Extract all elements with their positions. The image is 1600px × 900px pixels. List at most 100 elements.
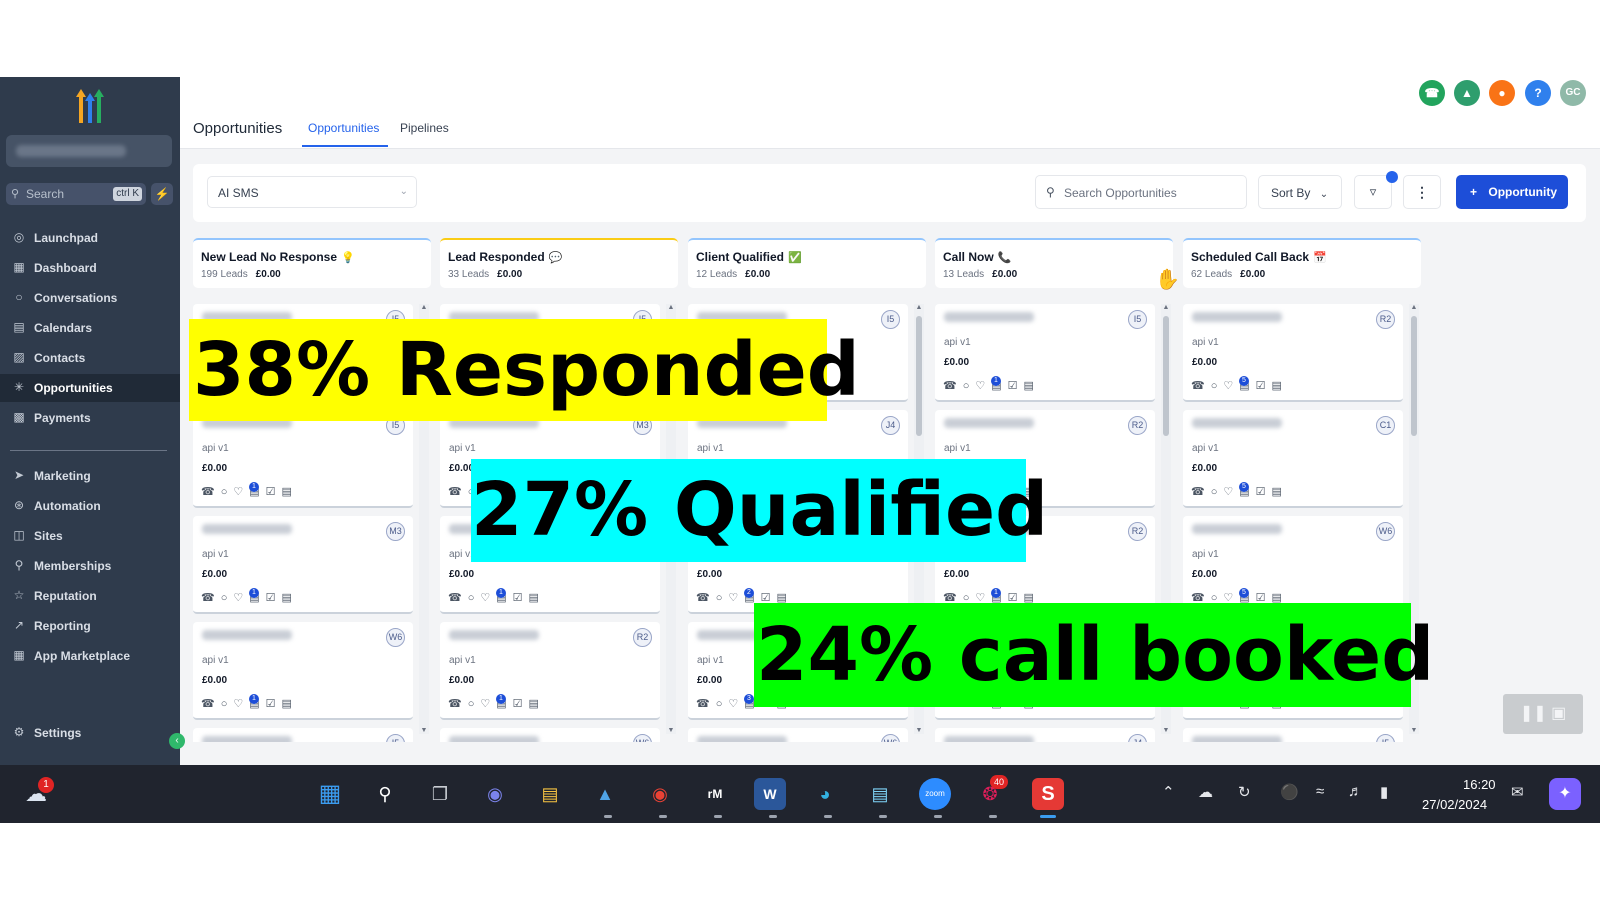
task-view-icon[interactable]: ❐ [424, 778, 456, 810]
assignee-avatar[interactable]: I5 [881, 310, 900, 329]
sidebar-item-reporting[interactable]: ↗ Reporting [0, 612, 180, 640]
more-options-button[interactable]: ⋮ [1403, 175, 1441, 209]
scroll-up-arrow-icon[interactable]: ▲ [666, 304, 676, 311]
volume-icon[interactable]: ♬ [1348, 783, 1363, 800]
sidebar-item-opportunities[interactable]: ✳ Opportunities [0, 374, 180, 402]
calendar-icon[interactable]: ▤ [529, 592, 545, 604]
scroll-down-arrow-icon[interactable]: ▼ [419, 727, 429, 734]
snagit-icon[interactable]: S [1032, 778, 1064, 810]
photos-icon[interactable]: ▲ [589, 778, 621, 810]
megaphone-icon[interactable]: ▲ [1454, 80, 1480, 106]
add-opportunity-button[interactable]: + Opportunity [1456, 175, 1568, 209]
help-icon[interactable]: ? [1525, 80, 1551, 106]
sidebar-item-reputation[interactable]: ☆ Reputation [0, 582, 180, 610]
tag-icon[interactable]: ♡ [975, 380, 991, 392]
calendar-icon[interactable]: ▤ [1272, 380, 1288, 392]
tag-icon[interactable]: ♡ [480, 592, 496, 604]
assignee-avatar[interactable]: W6 [633, 734, 652, 742]
pipeline-select[interactable]: AI SMS ⌄ [207, 176, 417, 208]
phone-icon[interactable]: ☎ [201, 486, 221, 498]
scroll-up-arrow-icon[interactable]: ▲ [914, 304, 924, 311]
task-check-icon[interactable]: ☑ [1256, 486, 1272, 498]
opportunity-card[interactable]: R2api v1£0.00☎○♡▤☑▤1 [440, 622, 660, 720]
teams-chat-icon[interactable]: ◉ [479, 778, 511, 810]
assignee-avatar[interactable]: R2 [1128, 416, 1147, 435]
scrollbar-thumb[interactable] [1411, 316, 1417, 436]
opportunity-card[interactable]: M3api v1£0.00☎○♡▤☑▤1 [193, 516, 413, 614]
tag-icon[interactable]: ♡ [1223, 486, 1239, 498]
opportunity-card[interactable]: C1 api v1 £0.00 ☎○♡▤☑▤ 5 [1183, 410, 1403, 508]
opportunity-card[interactable]: I5 [193, 728, 413, 742]
assignee-avatar[interactable]: J4 [1128, 734, 1147, 742]
onedrive-cloud-icon[interactable]: ☁ [1198, 783, 1213, 801]
word-icon[interactable]: W [754, 778, 786, 810]
chat-icon[interactable]: ○ [1211, 486, 1224, 498]
notepad-icon[interactable]: ▤ [864, 778, 896, 810]
tag-icon[interactable]: ♡ [1223, 380, 1239, 392]
opportunity-card[interactable]: I5api v1£0.00☎○♡▤☑▤1 [193, 410, 413, 508]
sidebar-item-marketing[interactable]: ➤ Marketing [0, 462, 180, 490]
opportunity-card[interactable]: W6 [440, 728, 660, 742]
phone-icon[interactable]: ☎ [448, 486, 468, 498]
assignee-avatar[interactable]: I5 [1128, 310, 1147, 329]
assignee-avatar[interactable]: W6 [1376, 522, 1395, 541]
scroll-up-arrow-icon[interactable]: ▲ [1161, 304, 1171, 311]
file-explorer-icon[interactable]: ▤ [534, 778, 566, 810]
opportunity-card[interactable]: W6 api v1 £0.00 ☎○♡▤☑▤ 1 [193, 622, 413, 720]
phone-icon[interactable]: ☎ [201, 698, 221, 710]
battery-icon[interactable]: ▮ [1380, 783, 1388, 801]
opportunity-card[interactable]: W6 [688, 728, 908, 742]
tag-icon[interactable]: ♡ [233, 486, 249, 498]
phone-icon[interactable]: ☎ [696, 592, 716, 604]
windows-start-icon[interactable]: ▦ [314, 778, 346, 810]
chat-icon[interactable]: ○ [221, 698, 234, 710]
task-check-icon[interactable]: ☑ [1256, 380, 1272, 392]
assignee-avatar[interactable]: C1 [1376, 416, 1395, 435]
phone-icon[interactable]: ☎ [201, 592, 221, 604]
calendar-icon[interactable]: ▤ [282, 592, 298, 604]
sidebar-item-memberships[interactable]: ⚲ Memberships [0, 552, 180, 580]
phone-icon[interactable]: ☎ [696, 698, 716, 710]
calendar-icon[interactable]: ▤ [282, 486, 298, 498]
sidebar-search[interactable]: ⚲ Search ctrl K [6, 183, 146, 205]
account-switcher[interactable] [6, 135, 172, 167]
chat-icon[interactable]: ○ [963, 380, 976, 392]
sidebar-collapse-chevron-icon[interactable]: ‹ [169, 733, 185, 749]
chat-icon[interactable]: ○ [221, 592, 234, 604]
phone-icon[interactable]: ☎ [1191, 486, 1211, 498]
sidebar-item-conversations[interactable]: ○ Conversations [0, 284, 180, 312]
clock-date[interactable]: 27/02/2024 [1422, 797, 1487, 812]
video-pip-controls[interactable]: ❚❚ ▣ [1503, 694, 1583, 734]
opportunity-card[interactable]: J4 [935, 728, 1155, 742]
phone-icon[interactable]: ☎ [943, 380, 963, 392]
sidebar-item-launchpad[interactable]: ◎ Launchpad [0, 224, 180, 252]
edge-icon[interactable]: ◕ [809, 778, 841, 810]
sidebar-item-settings[interactable]: ⚙ Settings [0, 719, 180, 747]
chat-icon[interactable]: ○ [468, 592, 481, 604]
task-check-icon[interactable]: ☑ [1008, 380, 1024, 392]
microphone-icon[interactable]: ⚫ [1280, 783, 1299, 801]
task-check-icon[interactable]: ☑ [266, 698, 282, 710]
opportunity-card[interactable]: W6 api v1 £0.00 ☎○♡▤☑▤ 5 [1183, 516, 1403, 614]
scroll-down-arrow-icon[interactable]: ▼ [1161, 727, 1171, 734]
chat-icon[interactable]: ○ [468, 698, 481, 710]
scroll-down-arrow-icon[interactable]: ▼ [666, 727, 676, 734]
sidebar-item-sites[interactable]: ◫ Sites [0, 522, 180, 550]
chrome-icon[interactable]: ◉ [644, 778, 676, 810]
tag-icon[interactable]: ♡ [480, 698, 496, 710]
scrollbar-thumb[interactable] [916, 316, 922, 436]
assignee-avatar[interactable]: W6 [386, 628, 405, 647]
calendar-icon[interactable]: ▤ [1272, 486, 1288, 498]
quick-action-bolt-icon[interactable]: ⚡ [151, 183, 173, 205]
phone-icon[interactable]: ☎ [448, 592, 468, 604]
tag-icon[interactable]: ♡ [233, 592, 249, 604]
scroll-up-arrow-icon[interactable]: ▲ [419, 304, 429, 311]
calendar-icon[interactable]: ▤ [1024, 380, 1040, 392]
chat-icon[interactable]: ○ [716, 592, 729, 604]
tab-opportunities[interactable]: Opportunities [308, 121, 379, 135]
chat-icon[interactable]: ○ [1211, 380, 1224, 392]
assignee-avatar[interactable]: W6 [881, 734, 900, 742]
tag-icon[interactable]: ♡ [728, 592, 744, 604]
assignee-avatar[interactable]: M3 [386, 522, 405, 541]
rm-app-icon[interactable]: rM [699, 778, 731, 810]
